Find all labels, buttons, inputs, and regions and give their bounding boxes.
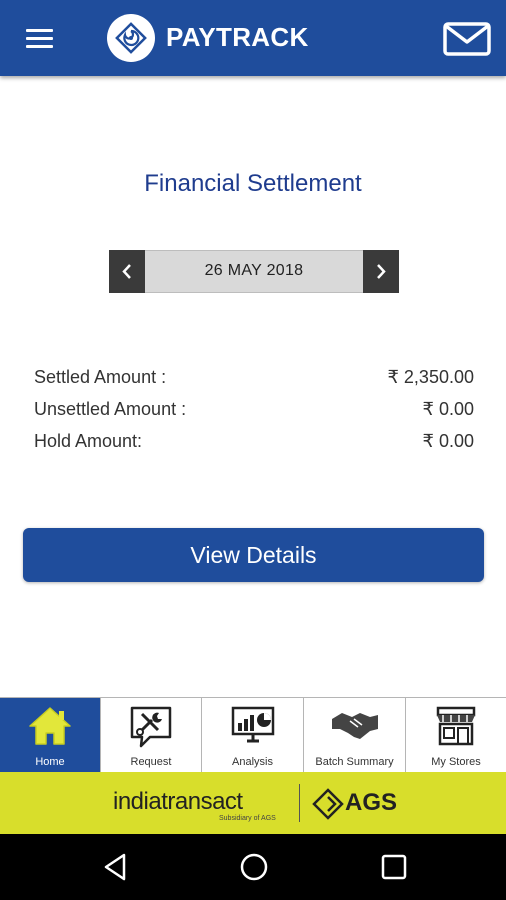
paytrack-logo bbox=[107, 14, 155, 62]
view-details-button[interactable]: View Details bbox=[23, 528, 484, 582]
nav-label: Home bbox=[35, 756, 65, 768]
amount-value: ₹ 0.00 bbox=[422, 431, 475, 451]
home-icon bbox=[29, 707, 71, 745]
amount-value: ₹ 2,350.00 bbox=[387, 367, 474, 387]
nav-item-batch-summary[interactable]: Batch Summary bbox=[304, 698, 406, 773]
amount-label: Unsettled Amount : bbox=[34, 399, 187, 419]
mail-icon[interactable] bbox=[442, 20, 492, 58]
date-selector: 26 MAY 2018 bbox=[109, 250, 399, 293]
brand-footer: indiatransact Subsidiary of AGS AGS bbox=[0, 772, 506, 834]
app-bar: PAYTRACK bbox=[0, 0, 506, 76]
chevron-right-icon bbox=[377, 264, 386, 279]
amount-label: Hold Amount: bbox=[34, 431, 143, 451]
selected-date[interactable]: 26 MAY 2018 bbox=[146, 262, 362, 280]
ags-logo-text: AGS bbox=[345, 789, 398, 816]
nav-label: Batch Summary bbox=[315, 756, 394, 768]
nav-label: My Stores bbox=[431, 756, 481, 768]
amount-value: ₹ 0.00 bbox=[422, 399, 475, 419]
nav-item-request[interactable]: Request bbox=[101, 698, 202, 773]
nav-item-analysis[interactable]: Analysis bbox=[202, 698, 304, 773]
amount-label: Settled Amount : bbox=[34, 367, 167, 387]
tools-icon bbox=[130, 706, 172, 748]
home-circle-icon[interactable] bbox=[238, 851, 270, 883]
hold-amount-row: Hold Amount: ₹ 0.00 bbox=[34, 429, 474, 461]
previous-date-button[interactable] bbox=[109, 250, 145, 293]
nav-item-home[interactable]: Home bbox=[0, 698, 101, 773]
unsettled-amount-row: Unsettled Amount : ₹ 0.00 bbox=[34, 397, 474, 429]
indiatransact-logo-text: indiatransact bbox=[113, 788, 243, 815]
chevron-left-icon bbox=[122, 264, 131, 279]
amounts-list: Settled Amount : ₹ 2,350.00 Unsettled Am… bbox=[34, 365, 474, 461]
nav-label: Analysis bbox=[232, 756, 273, 768]
ags-logo-icon bbox=[312, 788, 344, 820]
app-title: PAYTRACK bbox=[166, 22, 309, 52]
store-icon bbox=[436, 706, 476, 746]
recent-apps-icon[interactable] bbox=[379, 851, 409, 883]
nav-label: Request bbox=[130, 756, 172, 768]
brand-divider bbox=[299, 784, 300, 822]
page-title: Financial Settlement bbox=[144, 170, 362, 197]
settled-amount-row: Settled Amount : ₹ 2,350.00 bbox=[34, 365, 474, 397]
analysis-icon bbox=[231, 706, 274, 743]
bottom-navigation: Home Request Analysis Batch Summary My S… bbox=[0, 697, 506, 773]
handshake-icon bbox=[331, 713, 378, 739]
back-icon[interactable] bbox=[100, 851, 130, 883]
hamburger-menu-icon[interactable] bbox=[20, 22, 60, 56]
next-date-button[interactable] bbox=[363, 250, 399, 293]
system-navigation-bar bbox=[0, 834, 506, 900]
brand-subtitle: Subsidiary of AGS bbox=[219, 815, 276, 822]
nav-item-my-stores[interactable]: My Stores bbox=[406, 698, 506, 773]
